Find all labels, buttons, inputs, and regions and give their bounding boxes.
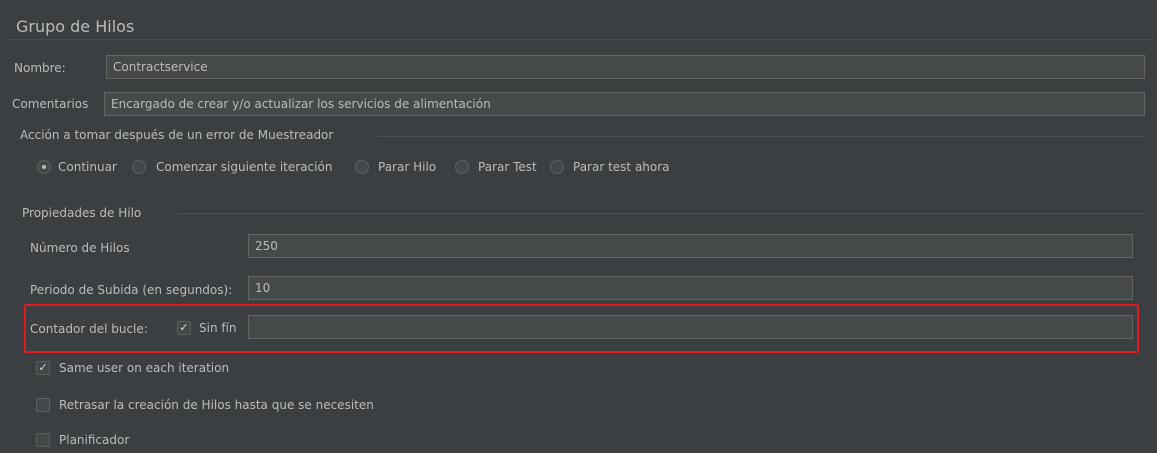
same-user-checkbox[interactable]: ✓ (36, 361, 50, 375)
comments-label: Comentarios (12, 97, 89, 111)
error-action-legend: Acción a tomar después de un error de Mu… (20, 128, 334, 142)
radio-stop-test-now[interactable] (550, 160, 564, 174)
name-label: Nombre: (14, 61, 66, 75)
radio-start-next-iteration[interactable] (132, 160, 146, 174)
thread-props-legend: Propiedades de Hilo (22, 206, 142, 220)
radio-stop-test[interactable] (455, 160, 469, 174)
radio-stop-thread[interactable] (355, 160, 369, 174)
highlight-box (24, 304, 1139, 353)
num-threads-label: Número de Hilos (30, 241, 130, 255)
page-title: Grupo de Hilos (16, 17, 135, 36)
check-icon: ✓ (38, 361, 48, 374)
scheduler-label: Planificador (59, 433, 130, 447)
radio-stop-thread-label: Parar Hilo (378, 160, 437, 174)
delay-creation-label: Retrasar la creación de Hilos hasta que … (59, 398, 374, 412)
radio-continue[interactable] (37, 160, 51, 174)
same-user-label: Same user on each iteration (59, 361, 230, 375)
num-threads-field[interactable]: 250 (248, 234, 1133, 258)
scheduler-checkbox[interactable] (36, 433, 50, 447)
radio-continue-label: Continuar (58, 160, 117, 174)
thread-props-separator (178, 213, 1146, 214)
error-action-separator (378, 136, 1146, 137)
title-bar (7, 9, 1155, 40)
ramp-up-field[interactable]: 10 (248, 276, 1133, 300)
ramp-up-label: Periodo de Subida (en segundos): (30, 283, 233, 297)
radio-stop-test-now-label: Parar test ahora (573, 160, 670, 174)
radio-stop-test-label: Parar Test (478, 160, 537, 174)
radio-start-next-iteration-label: Comenzar siguiente iteración (156, 160, 333, 174)
name-field[interactable]: Contractservice (106, 55, 1145, 79)
comments-field[interactable]: Encargado de crear y/o actualizar los se… (104, 92, 1145, 116)
delay-creation-checkbox[interactable] (36, 398, 50, 412)
